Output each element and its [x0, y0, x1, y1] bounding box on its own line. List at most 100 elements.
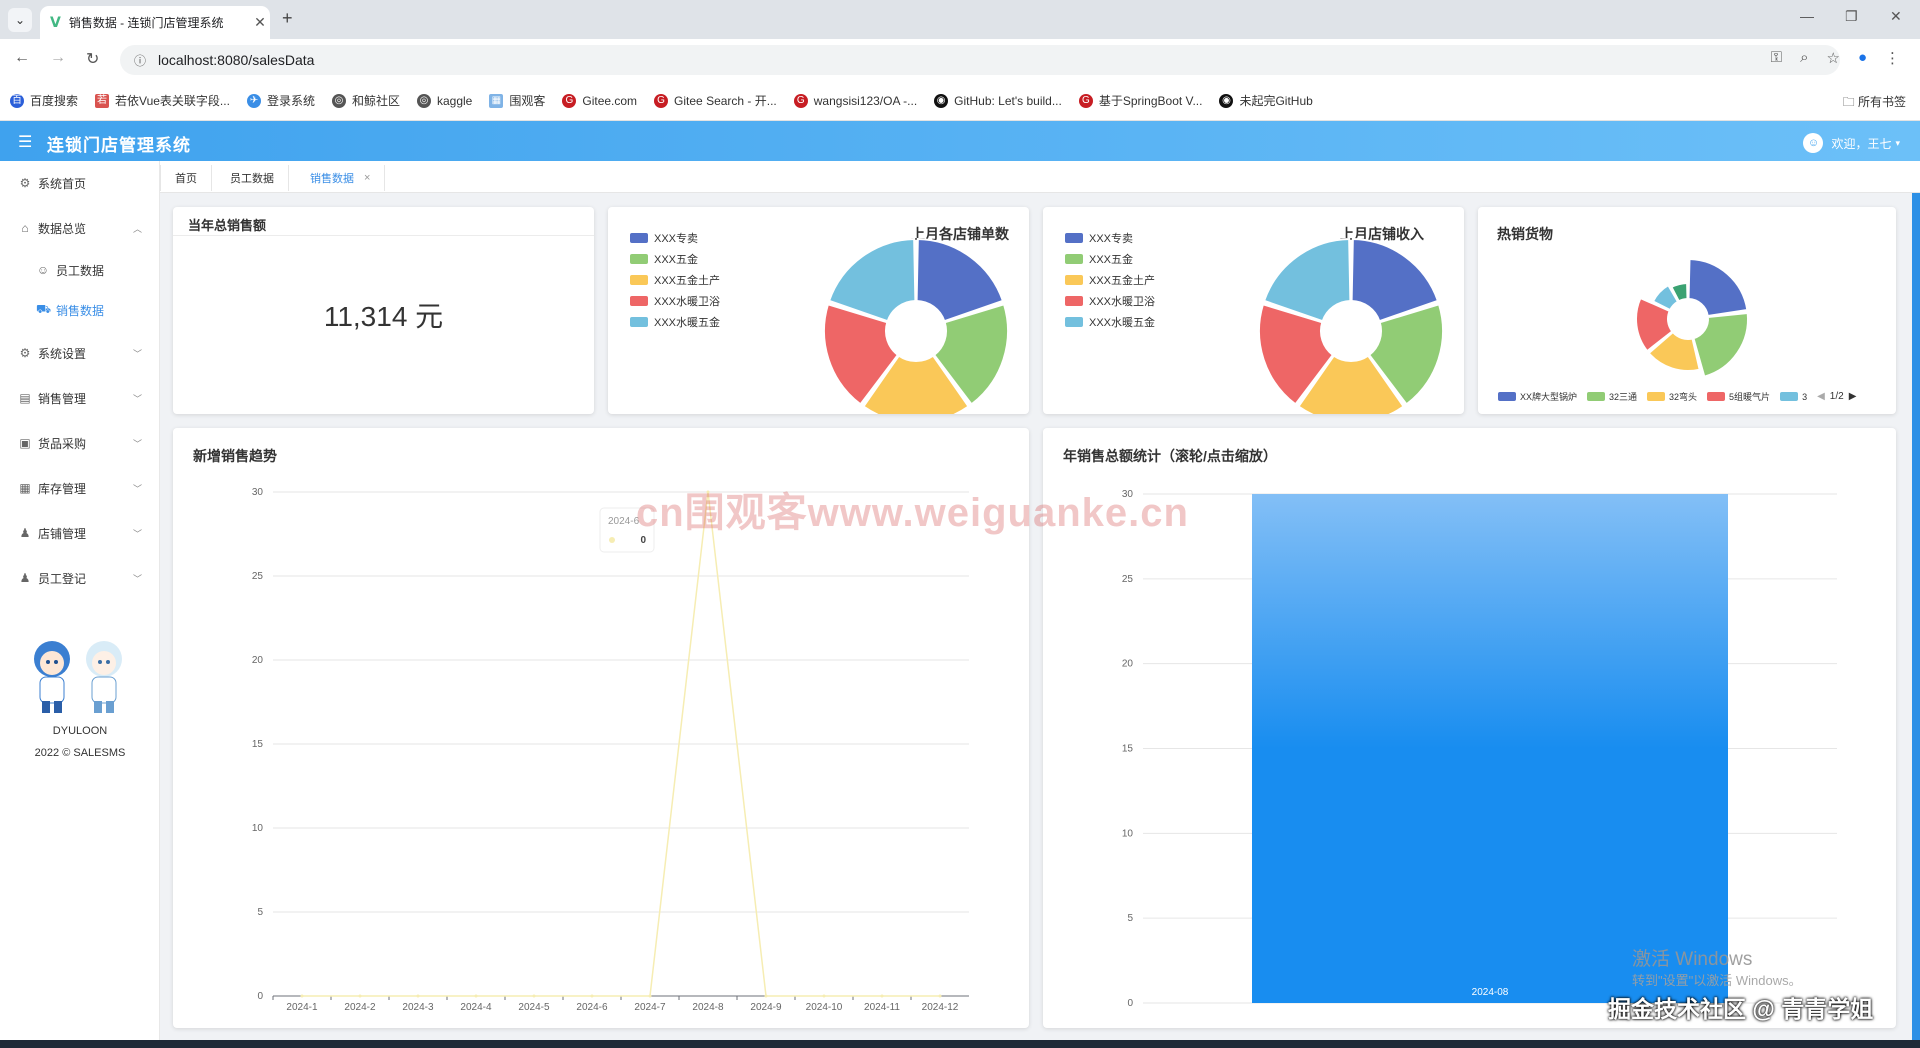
- sales-trend-card: 新增销售趋势 0 5 10 15 20 25 30 2024-1 2024-2 2024-3 202…: [173, 428, 1029, 1028]
- data-point[interactable]: [416, 994, 420, 998]
- pager-prev-icon[interactable]: ◀: [1817, 391, 1825, 402]
- bookmark-item[interactable]: ◉ 未起完GitHub: [1219, 92, 1313, 109]
- bookmark-item[interactable]: ◎ kaggle: [416, 93, 472, 108]
- profile-icon[interactable]: ●: [1858, 49, 1867, 67]
- minimize-icon[interactable]: —: [1800, 8, 1814, 24]
- sidebar-item-inventory[interactable]: ▦ 库存管理 ﹀: [0, 470, 160, 506]
- y-tick-label: 5: [257, 907, 263, 918]
- chart-legend: XX牌大型锅炉 32三通 32弯头 5组暖气片 3 ◀ 1/2 ▶: [1498, 390, 1856, 403]
- bar[interactable]: [1252, 494, 1728, 1003]
- sidebar-item-settings[interactable]: ⚙ 系统设置 ﹀: [0, 335, 160, 371]
- bookmark-item[interactable]: ◎ 和鲸社区: [331, 92, 400, 109]
- legend-item[interactable]: 32三通: [1587, 390, 1637, 403]
- globe-icon: ◎: [416, 93, 431, 108]
- back-icon[interactable]: ←: [14, 49, 30, 67]
- restore-icon[interactable]: ❐: [1845, 8, 1858, 25]
- sidebar-item-label: 系统首页: [38, 176, 87, 191]
- home-icon: ⌂: [21, 221, 29, 235]
- divider: [173, 235, 594, 236]
- bookmark-label: 未起完GitHub: [1239, 94, 1313, 108]
- sidebar-item-label: 店铺管理: [38, 526, 87, 541]
- sidebar-item-home[interactable]: ⚙ 系统首页: [0, 165, 160, 201]
- browser-tab[interactable]: V 销售数据 - 连锁门店管理系统 ✕: [40, 6, 270, 39]
- x-tick-label: 2024-12: [922, 1002, 959, 1013]
- taskbar: [0, 1040, 1920, 1048]
- close-tag-icon[interactable]: ×: [364, 172, 370, 184]
- x-tick-label: 2024-2: [344, 1002, 376, 1013]
- y-tick-label: 10: [1122, 828, 1134, 839]
- data-point[interactable]: [300, 994, 304, 998]
- bookmark-item[interactable]: G 基于SpringBoot V...: [1078, 92, 1203, 109]
- forward-icon[interactable]: →: [50, 49, 66, 67]
- pager-next-icon[interactable]: ▶: [1849, 391, 1857, 402]
- login-system-icon: ✈: [246, 93, 261, 108]
- sidebar-item-staff-register[interactable]: ♟ 员工登记 ﹀: [0, 560, 160, 596]
- tag-home[interactable]: 首页: [160, 165, 212, 191]
- ruoyi-icon: 若: [95, 93, 110, 108]
- data-point[interactable]: [648, 994, 652, 998]
- chevron-down-icon: ﹀: [132, 393, 142, 404]
- legend-item[interactable]: 3: [1780, 392, 1807, 402]
- data-point[interactable]: [474, 994, 478, 998]
- gear-outline-icon: ⚙: [19, 176, 31, 190]
- tag-sales-data[interactable]: 销售数据 ×: [296, 165, 386, 191]
- data-point[interactable]: [532, 994, 536, 998]
- data-point[interactable]: [706, 490, 710, 494]
- tag-staff-data[interactable]: 员工数据: [216, 165, 289, 191]
- sidebar-item-sales-mgmt[interactable]: ▤ 销售管理 ﹀: [0, 380, 160, 416]
- browser-tab-bar: ⌄ V 销售数据 - 连锁门店管理系统 ✕ + — ❐ ✕: [0, 0, 1920, 39]
- tab-search-button[interactable]: ⌄: [8, 8, 32, 32]
- reload-icon[interactable]: ↻: [86, 49, 99, 69]
- pie-slice[interactable]: [1687, 257, 1749, 318]
- bookmark-star-icon[interactable]: ☆: [1826, 49, 1839, 67]
- legend-item[interactable]: XX牌大型锅炉: [1498, 390, 1577, 403]
- site-info-icon[interactable]: ⓘ: [134, 52, 146, 69]
- new-tab-icon[interactable]: +: [282, 8, 293, 29]
- x-tick-label: 2024-10: [806, 1002, 843, 1013]
- chevron-down-icon: ﹀: [132, 528, 142, 539]
- chevron-up-icon: ︿: [132, 223, 142, 234]
- x-tick-label: 2024-5: [518, 1002, 550, 1013]
- legend-item[interactable]: 5组暖气片: [1707, 390, 1770, 403]
- bookmark-item[interactable]: ✈ 登录系统: [246, 92, 315, 109]
- bookmark-label: GitHub: Let's build...: [954, 93, 1062, 108]
- sidebar-item-sales-data[interactable]: ⛟ 销售数据: [0, 292, 160, 328]
- data-point[interactable]: [880, 994, 884, 998]
- total-sales-card: 当年总销售额 11,314 元: [173, 207, 594, 414]
- bookmark-item[interactable]: G Gitee.com: [562, 93, 637, 108]
- bookmark-label: 基于SpringBoot V...: [1098, 94, 1203, 108]
- baidu-icon: 百: [10, 93, 24, 108]
- sidebar-item-overview[interactable]: ⌂ 数据总览 ︿: [0, 210, 160, 246]
- chevron-down-icon: ﹀: [132, 483, 142, 494]
- pie-slice[interactable]: [1692, 311, 1749, 378]
- all-bookmarks[interactable]: 🗀 所有书签: [1843, 93, 1906, 114]
- sidebar-item-staff-data[interactable]: ☺ 员工数据: [0, 252, 160, 288]
- data-point[interactable]: [590, 994, 594, 998]
- menu-toggle-icon[interactable]: ☰: [18, 132, 32, 152]
- close-tab-icon[interactable]: ✕: [250, 14, 270, 31]
- bookmark-item[interactable]: G Gitee Search - 开...: [654, 92, 777, 109]
- data-point[interactable]: [938, 994, 942, 998]
- user-menu[interactable]: ☺ 欢迎，王七 ▾: [1803, 133, 1900, 153]
- tooltip-label: 2024-6: [608, 516, 640, 527]
- total-sales-value: 11,314 元: [323, 301, 444, 332]
- legend-item[interactable]: 32弯头: [1647, 390, 1697, 403]
- data-point[interactable]: [764, 994, 768, 998]
- bookmark-item[interactable]: ▦ 围观客: [489, 92, 545, 109]
- zoom-icon[interactable]: ⌕: [1800, 49, 1808, 67]
- bookmark-item[interactable]: 若若依Vue表关联字段...: [95, 92, 230, 109]
- bookmark-item[interactable]: 百百度搜索: [10, 92, 78, 109]
- url-field[interactable]: ⓘ localhost:8080/salesData: [120, 45, 1840, 75]
- data-point[interactable]: [358, 994, 362, 998]
- password-key-icon[interactable]: ⚿: [1771, 49, 1782, 67]
- x-tick-label: 2024-4: [460, 1002, 492, 1013]
- more-menu-icon[interactable]: ⋮: [1885, 49, 1900, 67]
- all-bookmarks-label: 所有书签: [1857, 95, 1906, 109]
- sidebar-item-purchase[interactable]: ▣ 货品采购 ﹀: [0, 425, 160, 461]
- bookmark-item[interactable]: ◉ GitHub: Let's build...: [934, 93, 1062, 108]
- close-window-icon[interactable]: ✕: [1890, 8, 1902, 25]
- sidebar-item-store-mgmt[interactable]: ♟ 店铺管理 ﹀: [0, 515, 160, 551]
- data-point[interactable]: [822, 994, 826, 998]
- bookmark-item[interactable]: Gwangsisi123/OA -...: [793, 93, 917, 108]
- gitee-icon: G: [654, 93, 669, 108]
